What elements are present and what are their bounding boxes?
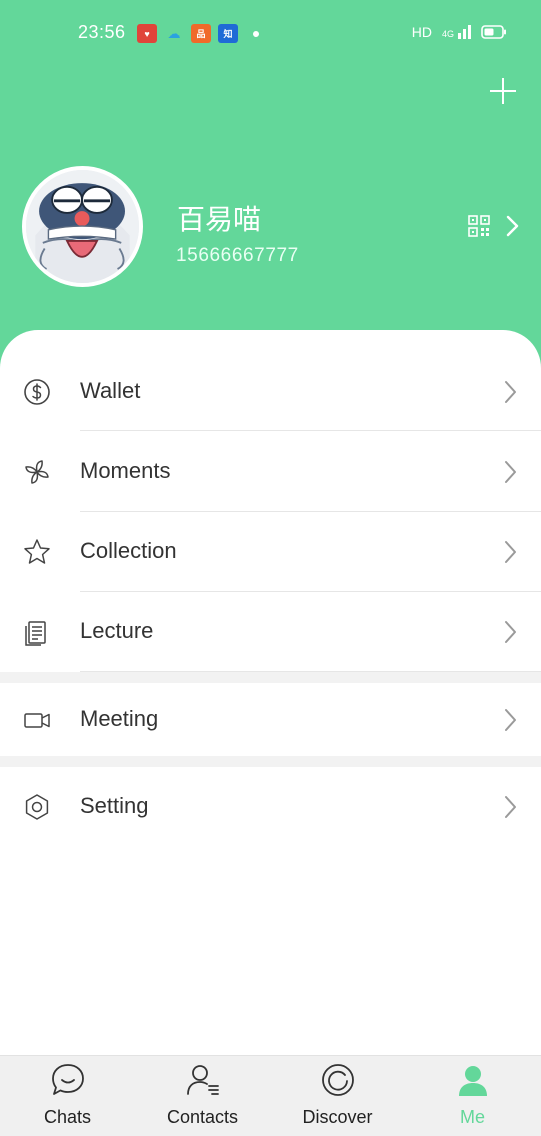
app-orange-icon: 品 xyxy=(191,24,211,43)
hexagon-gear-icon xyxy=(25,794,49,820)
status-bar: 23:56 ♥ ☁ 品 知 HD 4G xyxy=(0,0,541,68)
chevron-right-icon[interactable] xyxy=(505,214,521,238)
menu-item-moments[interactable]: Moments xyxy=(0,432,541,510)
menu-item-label: Moments xyxy=(80,458,171,483)
avatar-image xyxy=(26,170,139,283)
menu-item-label: Meeting xyxy=(80,706,159,731)
chevron-right-icon xyxy=(505,461,516,483)
signal-icon: 4G xyxy=(442,25,471,39)
section-gap xyxy=(0,756,541,767)
menu-panel: Wallet Moments Collection Lecture Meetin… xyxy=(0,330,541,1056)
tab-me[interactable]: Me xyxy=(405,1056,540,1136)
menu-item-label: Setting xyxy=(80,793,149,818)
chat-bubble-icon xyxy=(52,1064,84,1095)
compass-icon xyxy=(322,1064,354,1096)
pinwheel-icon xyxy=(25,460,49,484)
tab-label: Contacts xyxy=(166,1107,239,1127)
avatar[interactable] xyxy=(22,166,143,287)
menu-item-label: Lecture xyxy=(80,618,154,643)
profile-header: 23:56 ♥ ☁ 品 知 HD 4G 百易喵 15666667777 xyxy=(0,0,541,372)
dollar-circle-icon xyxy=(24,379,50,405)
add-button[interactable] xyxy=(486,74,520,108)
menu-item-label: Collection xyxy=(80,538,177,563)
app-red-icon: ♥ xyxy=(137,24,157,43)
app-cloud-icon: ☁ xyxy=(167,25,181,41)
video-camera-icon xyxy=(24,713,50,728)
chevron-right-icon xyxy=(505,796,516,818)
contacts-icon xyxy=(187,1065,219,1095)
profile-name: 百易喵 xyxy=(177,203,262,236)
status-indicators: HD 4G xyxy=(412,24,507,40)
app-zhihu-icon: 知 xyxy=(218,24,238,43)
tab-chats[interactable]: Chats xyxy=(0,1056,135,1136)
notification-app-icons: ♥ ☁ 品 知 xyxy=(137,24,259,43)
network-type: HD xyxy=(411,24,432,40)
chevron-right-icon xyxy=(505,541,516,563)
qr-code-icon[interactable] xyxy=(468,215,490,237)
chevron-right-icon xyxy=(505,709,516,731)
menu-item-meeting[interactable]: Meeting xyxy=(0,680,541,758)
tab-contacts[interactable]: Contacts xyxy=(135,1056,270,1136)
chevron-right-icon xyxy=(505,621,516,643)
menu-item-label: Wallet xyxy=(80,378,141,403)
bottom-tab-bar: Chats Contacts Discover Me xyxy=(0,1055,541,1136)
signal-label: 4G xyxy=(441,29,454,39)
document-icon xyxy=(25,621,46,646)
tab-label: Discover xyxy=(302,1107,373,1127)
star-icon xyxy=(24,539,50,564)
person-icon xyxy=(459,1066,487,1096)
chevron-right-icon xyxy=(505,381,516,403)
status-time: 23:56 xyxy=(78,22,126,42)
tab-label: Me xyxy=(459,1107,485,1127)
profile-id: 15666667777 xyxy=(176,245,299,266)
tab-label: Chats xyxy=(43,1107,92,1127)
divider xyxy=(80,430,541,431)
more-notifications-dot xyxy=(253,30,259,37)
menu-item-wallet[interactable]: Wallet xyxy=(0,352,541,430)
menu-item-lecture[interactable]: Lecture xyxy=(0,592,541,670)
menu-item-setting[interactable]: Setting xyxy=(0,767,541,845)
tab-discover[interactable]: Discover xyxy=(270,1056,405,1136)
battery-icon xyxy=(481,25,506,39)
menu-item-collection[interactable]: Collection xyxy=(0,512,541,590)
